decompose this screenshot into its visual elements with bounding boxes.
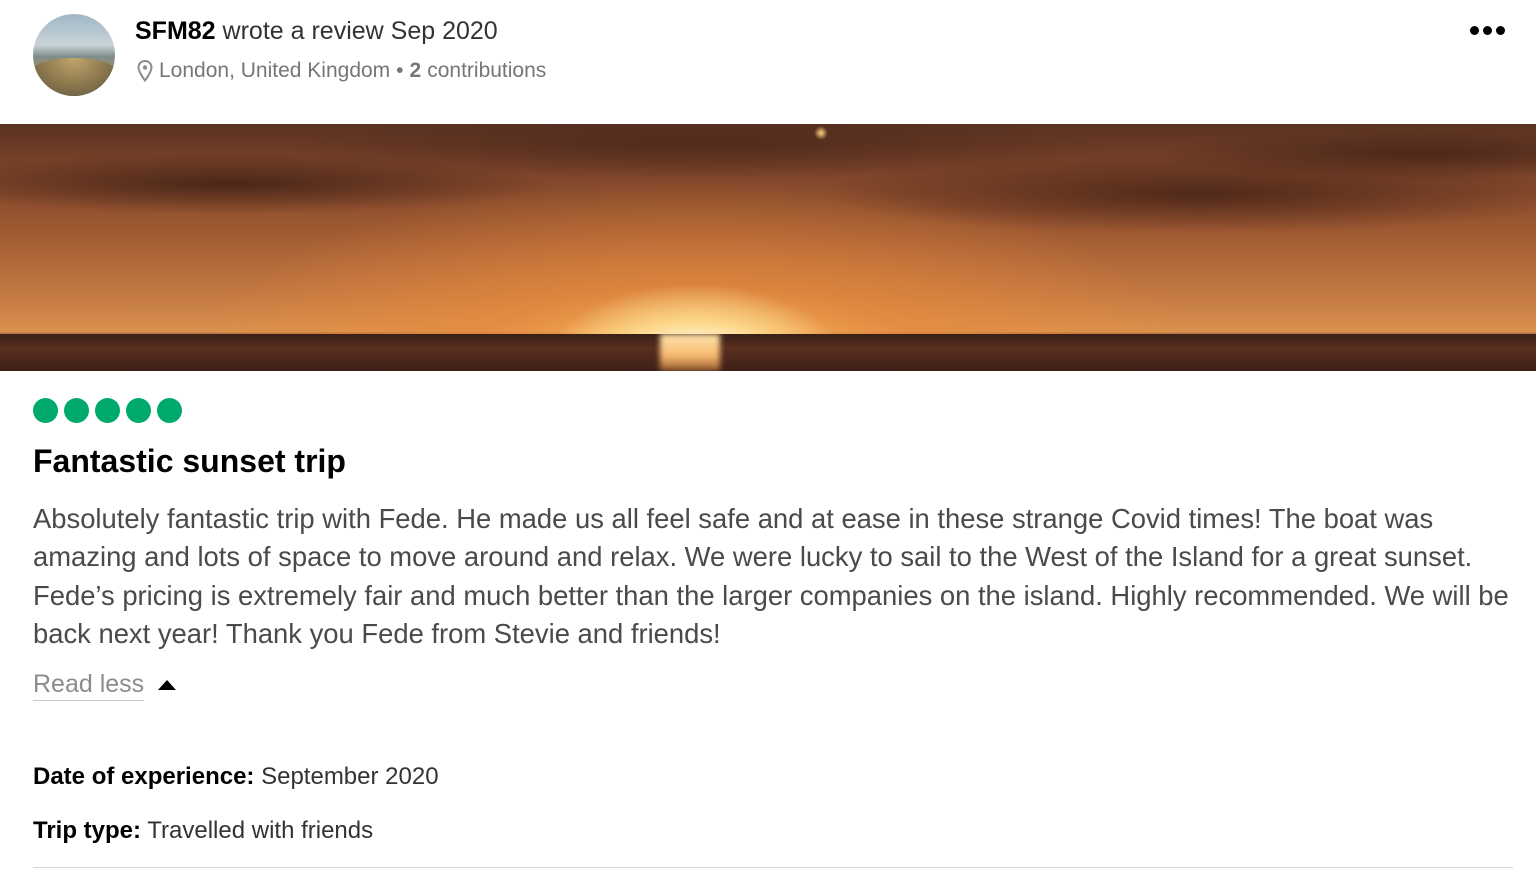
contributions-label: contributions	[427, 59, 547, 82]
photo-sea	[0, 334, 1536, 371]
read-less-label: Read less	[33, 668, 145, 701]
date-of-experience-value: September 2020	[261, 763, 439, 790]
rating-bubble-icon	[95, 398, 120, 423]
author-name[interactable]: SFM82	[135, 17, 216, 45]
review-title[interactable]: Fantastic sunset trip	[33, 441, 346, 481]
review-photo[interactable]	[0, 124, 1536, 371]
review-action: wrote a review Sep 2020	[222, 17, 498, 45]
trip-type: Trip type: Travelled with friends	[33, 815, 373, 847]
author-meta: London, United Kingdom • 2 contributions	[137, 57, 546, 85]
review-card: SFM82 wrote a review Sep 2020 London, Un…	[0, 0, 1536, 876]
review-body: Absolutely fantastic trip with Fede. He …	[33, 503, 1509, 650]
rating-bubble-icon	[64, 398, 89, 423]
more-options-button[interactable]	[1462, 16, 1512, 44]
author-location: London, United Kingdom	[159, 59, 391, 82]
photo-sun-flare	[814, 126, 828, 140]
rating-bubble-icon	[157, 398, 182, 423]
more-horizontal-icon	[1469, 25, 1479, 35]
photo-clouds	[0, 124, 1536, 234]
more-horizontal-icon	[1495, 25, 1505, 35]
avatar[interactable]	[33, 14, 115, 96]
location-pin-icon	[137, 60, 153, 82]
contributions-count: 2	[409, 59, 422, 82]
trip-type-label: Trip type:	[33, 817, 142, 844]
separator-dot: •	[396, 59, 404, 82]
photo-sun-reflection	[660, 334, 720, 371]
caret-up-icon	[158, 679, 177, 690]
more-horizontal-icon	[1482, 25, 1492, 35]
rating-bubbles	[33, 398, 182, 423]
author-line: SFM82 wrote a review Sep 2020	[135, 15, 498, 47]
read-less-button[interactable]: Read less	[33, 668, 177, 701]
divider	[33, 867, 1513, 868]
trip-type-value: Travelled with friends	[147, 817, 374, 844]
avatar-landscape	[33, 58, 115, 96]
rating-bubble-icon	[126, 398, 151, 423]
date-of-experience: Date of experience: September 2020	[33, 761, 439, 793]
date-of-experience-label: Date of experience:	[33, 763, 255, 790]
rating-bubble-icon	[33, 398, 58, 423]
